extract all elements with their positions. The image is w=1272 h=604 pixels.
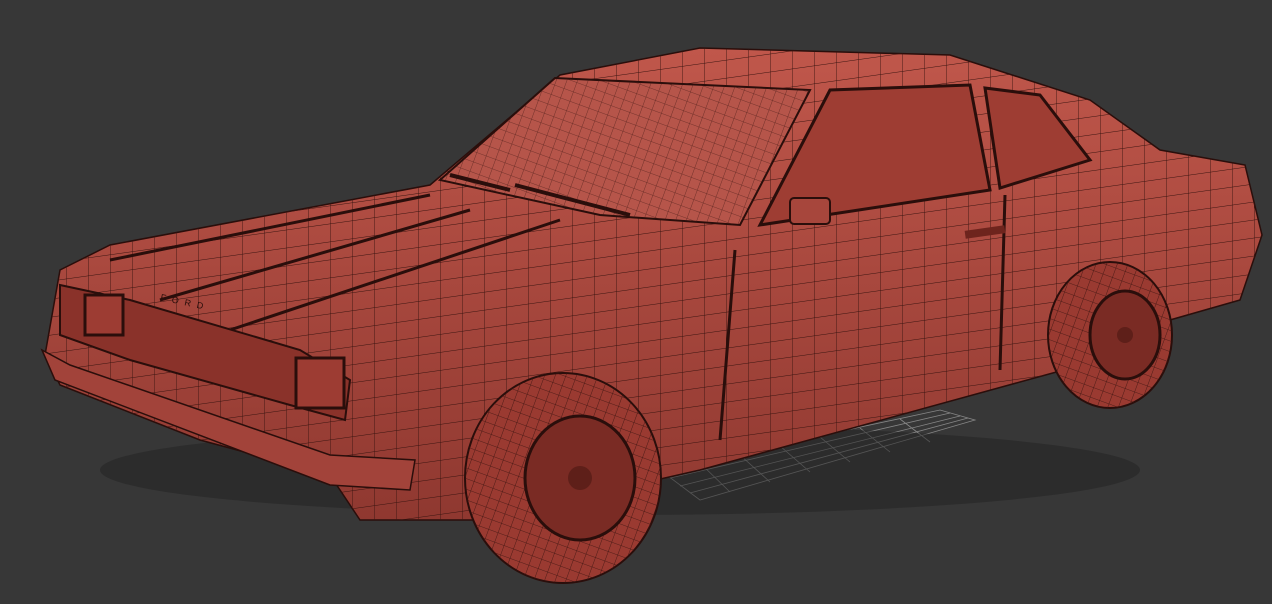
side-mirror: [789, 197, 831, 225]
car-wireframe-render: FORD: [40, 47, 1263, 584]
rear-wheel: [1047, 261, 1173, 409]
headlight-right: [294, 356, 346, 410]
3d-viewport[interactable]: FORD: [0, 0, 1272, 604]
headlight-left: [83, 293, 125, 337]
front-wheel: [464, 372, 662, 584]
